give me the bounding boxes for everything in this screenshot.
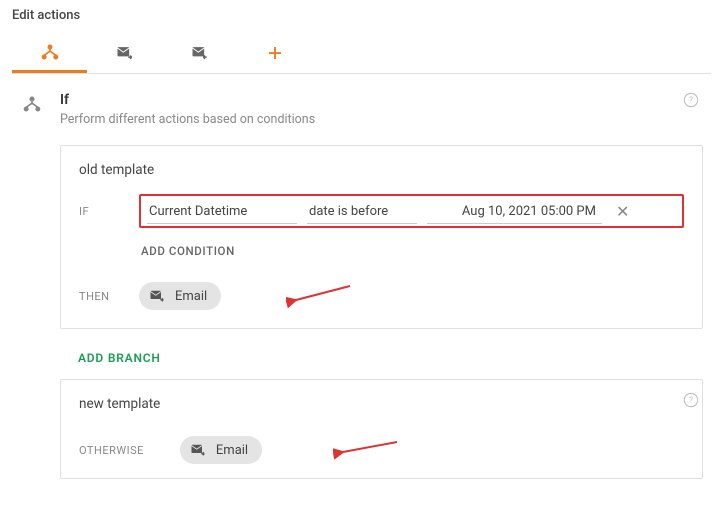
action-chip-email[interactable]: Email bbox=[180, 436, 262, 464]
tabs bbox=[12, 33, 711, 74]
close-icon[interactable]: ✕ bbox=[612, 202, 633, 222]
section-title: If bbox=[60, 92, 315, 108]
condition-lhs[interactable]: Current Datetime bbox=[147, 200, 297, 224]
branch-name[interactable]: old template bbox=[61, 146, 702, 188]
then-label: THEN bbox=[79, 290, 125, 303]
condition-rhs[interactable]: Aug 10, 2021 05:00 PM bbox=[427, 200, 602, 224]
action-chip-email[interactable]: Email bbox=[139, 282, 221, 310]
add-condition-button[interactable]: ADD CONDITION bbox=[61, 236, 702, 272]
email-send-icon bbox=[190, 442, 208, 458]
action-chip-label: Email bbox=[175, 289, 207, 304]
branch-icon bbox=[40, 42, 60, 62]
tab-email-in[interactable] bbox=[162, 33, 237, 73]
tab-email-out[interactable] bbox=[87, 33, 162, 73]
branch-card-old: old template IF Current Datetime date is… bbox=[60, 145, 703, 329]
otherwise-label: OTHERWISE bbox=[79, 444, 144, 457]
section-icon-branch bbox=[20, 94, 44, 114]
section-subtitle: Perform different actions based on condi… bbox=[60, 112, 315, 127]
help-icon[interactable]: ? bbox=[683, 92, 699, 108]
email-send-icon bbox=[149, 288, 167, 304]
branch-name[interactable]: new template bbox=[61, 380, 702, 422]
if-label: IF bbox=[79, 205, 125, 218]
email-reply-icon bbox=[190, 43, 210, 63]
tab-add[interactable] bbox=[237, 33, 312, 73]
page-title: Edit actions bbox=[12, 8, 711, 23]
annotation-arrow bbox=[333, 434, 403, 462]
svg-text:?: ? bbox=[689, 396, 693, 405]
email-send-icon bbox=[115, 43, 135, 63]
svg-text:?: ? bbox=[689, 96, 693, 105]
add-branch-button[interactable]: ADD BRANCH bbox=[60, 343, 703, 379]
tab-branch[interactable] bbox=[12, 33, 87, 73]
branch-icon bbox=[22, 94, 42, 114]
annotation-arrow bbox=[286, 280, 356, 308]
condition-operator[interactable]: date is before bbox=[307, 200, 417, 224]
condition-box: Current Datetime date is before Aug 10, … bbox=[139, 194, 684, 228]
branch-card-new: new template OTHERWISE Email bbox=[60, 379, 703, 479]
plus-icon bbox=[266, 44, 284, 62]
help-icon[interactable]: ? bbox=[683, 392, 699, 408]
action-chip-label: Email bbox=[216, 443, 248, 458]
